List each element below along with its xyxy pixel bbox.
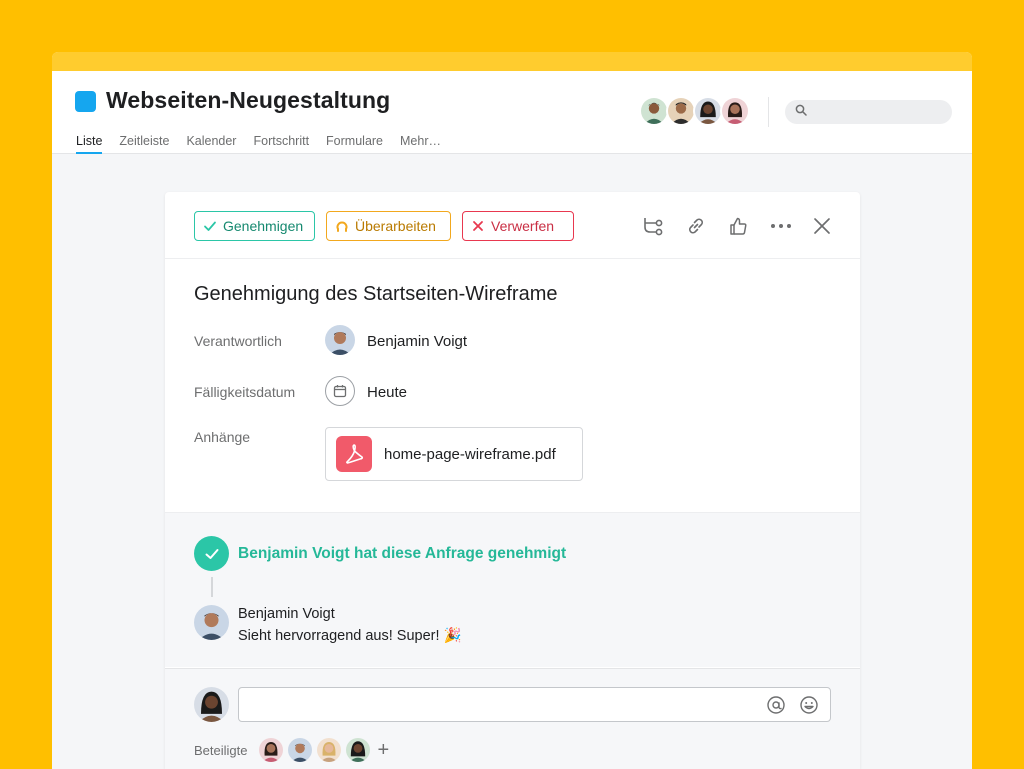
project-tabs: Liste Zeitleiste Kalender Fortschritt Fo… bbox=[76, 134, 441, 154]
task-toolbar: Genehmigen Überarbeiten Verwerfen bbox=[165, 192, 860, 259]
due-date-picker[interactable] bbox=[325, 376, 355, 406]
mention-icon[interactable] bbox=[766, 695, 786, 715]
rework-icon bbox=[336, 221, 348, 232]
app-window: Webseiten-Neugestaltung Liste Zeitleiste… bbox=[52, 52, 972, 769]
tab-mehr[interactable]: Mehr… bbox=[400, 134, 441, 154]
participant-avatar[interactable] bbox=[288, 738, 313, 762]
comment-author[interactable]: Benjamin Voigt bbox=[238, 606, 335, 622]
tab-formulare[interactable]: Formulare bbox=[326, 134, 383, 154]
link-icon[interactable] bbox=[684, 214, 708, 238]
project-header: Webseiten-Neugestaltung Liste Zeitleiste… bbox=[52, 71, 972, 154]
pdf-icon bbox=[336, 436, 372, 472]
member-avatar[interactable] bbox=[693, 96, 723, 126]
approval-story: Benjamin Voigt hat diese Anfrage genehmi… bbox=[238, 545, 567, 562]
reject-button[interactable]: Verwerfen bbox=[462, 211, 574, 241]
search-input[interactable] bbox=[813, 105, 943, 119]
header-divider bbox=[768, 97, 769, 127]
close-icon[interactable] bbox=[810, 214, 834, 238]
participant-avatar[interactable] bbox=[346, 738, 371, 762]
reject-button-label: Verwerfen bbox=[491, 218, 555, 234]
project-members[interactable] bbox=[639, 96, 750, 126]
subtask-icon[interactable] bbox=[641, 214, 665, 238]
assignee-name[interactable]: Benjamin Voigt bbox=[367, 333, 467, 350]
approved-check-icon bbox=[194, 536, 229, 571]
tab-fortschritt[interactable]: Fortschritt bbox=[253, 134, 309, 154]
task-detail-pane: Genehmigen Überarbeiten Verwerfen Genehm… bbox=[165, 192, 860, 769]
participants-label: Beteiligte bbox=[194, 742, 248, 758]
approve-button-label: Genehmigen bbox=[223, 218, 304, 234]
revise-button-label: Überarbeiten bbox=[355, 218, 436, 234]
approve-button[interactable]: Genehmigen bbox=[194, 211, 315, 241]
comment-box[interactable] bbox=[238, 687, 831, 722]
member-avatar[interactable] bbox=[666, 96, 696, 126]
comment-author-avatar[interactable] bbox=[194, 605, 229, 640]
member-avatar[interactable] bbox=[639, 96, 669, 126]
attachment-item[interactable]: home-page-wireframe.pdf bbox=[325, 427, 583, 481]
calendar-icon bbox=[333, 385, 347, 398]
check-icon bbox=[204, 221, 216, 231]
tab-zeitleiste[interactable]: Zeitleiste bbox=[119, 134, 169, 154]
tab-kalender[interactable]: Kalender bbox=[186, 134, 236, 154]
comment-input[interactable] bbox=[247, 696, 757, 712]
window-topbar bbox=[52, 52, 972, 71]
participant-avatar[interactable] bbox=[259, 738, 284, 762]
due-date-value[interactable]: Heute bbox=[367, 384, 407, 401]
participants-row: Beteiligte + bbox=[194, 738, 389, 762]
current-user-avatar bbox=[194, 687, 229, 722]
participant-avatar[interactable] bbox=[317, 738, 342, 762]
comment-composer: Beteiligte + bbox=[165, 668, 860, 769]
due-date-label: Fälligkeitsdatum bbox=[194, 384, 296, 400]
search-icon bbox=[795, 103, 807, 121]
comment-text: Sieht hervorragend aus! Super! 🎉 bbox=[238, 628, 462, 644]
assignee-avatar[interactable] bbox=[325, 325, 355, 355]
member-avatar[interactable] bbox=[720, 96, 750, 126]
project-title: Webseiten-Neugestaltung bbox=[106, 87, 391, 113]
more-icon[interactable] bbox=[769, 214, 793, 238]
project-color-square bbox=[75, 91, 96, 112]
task-details: Genehmigung des Startseiten-Wireframe Ve… bbox=[165, 259, 860, 512]
thread-connector bbox=[211, 577, 213, 597]
revise-button[interactable]: Überarbeiten bbox=[326, 211, 451, 241]
x-icon bbox=[473, 221, 483, 231]
search-bar[interactable] bbox=[785, 100, 952, 124]
tab-liste[interactable]: Liste bbox=[76, 134, 103, 154]
task-title[interactable]: Genehmigung des Startseiten-Wireframe bbox=[194, 283, 558, 306]
attachments-label: Anhänge bbox=[194, 429, 251, 445]
assignee-label: Verantwortlich bbox=[194, 333, 282, 349]
add-participant-button[interactable]: + bbox=[377, 740, 389, 760]
activity-feed: Benjamin Voigt hat diese Anfrage genehmi… bbox=[165, 512, 860, 667]
thumbs-up-icon[interactable] bbox=[726, 214, 750, 238]
emoji-icon[interactable] bbox=[799, 695, 819, 715]
attachment-name: home-page-wireframe.pdf bbox=[384, 445, 556, 463]
